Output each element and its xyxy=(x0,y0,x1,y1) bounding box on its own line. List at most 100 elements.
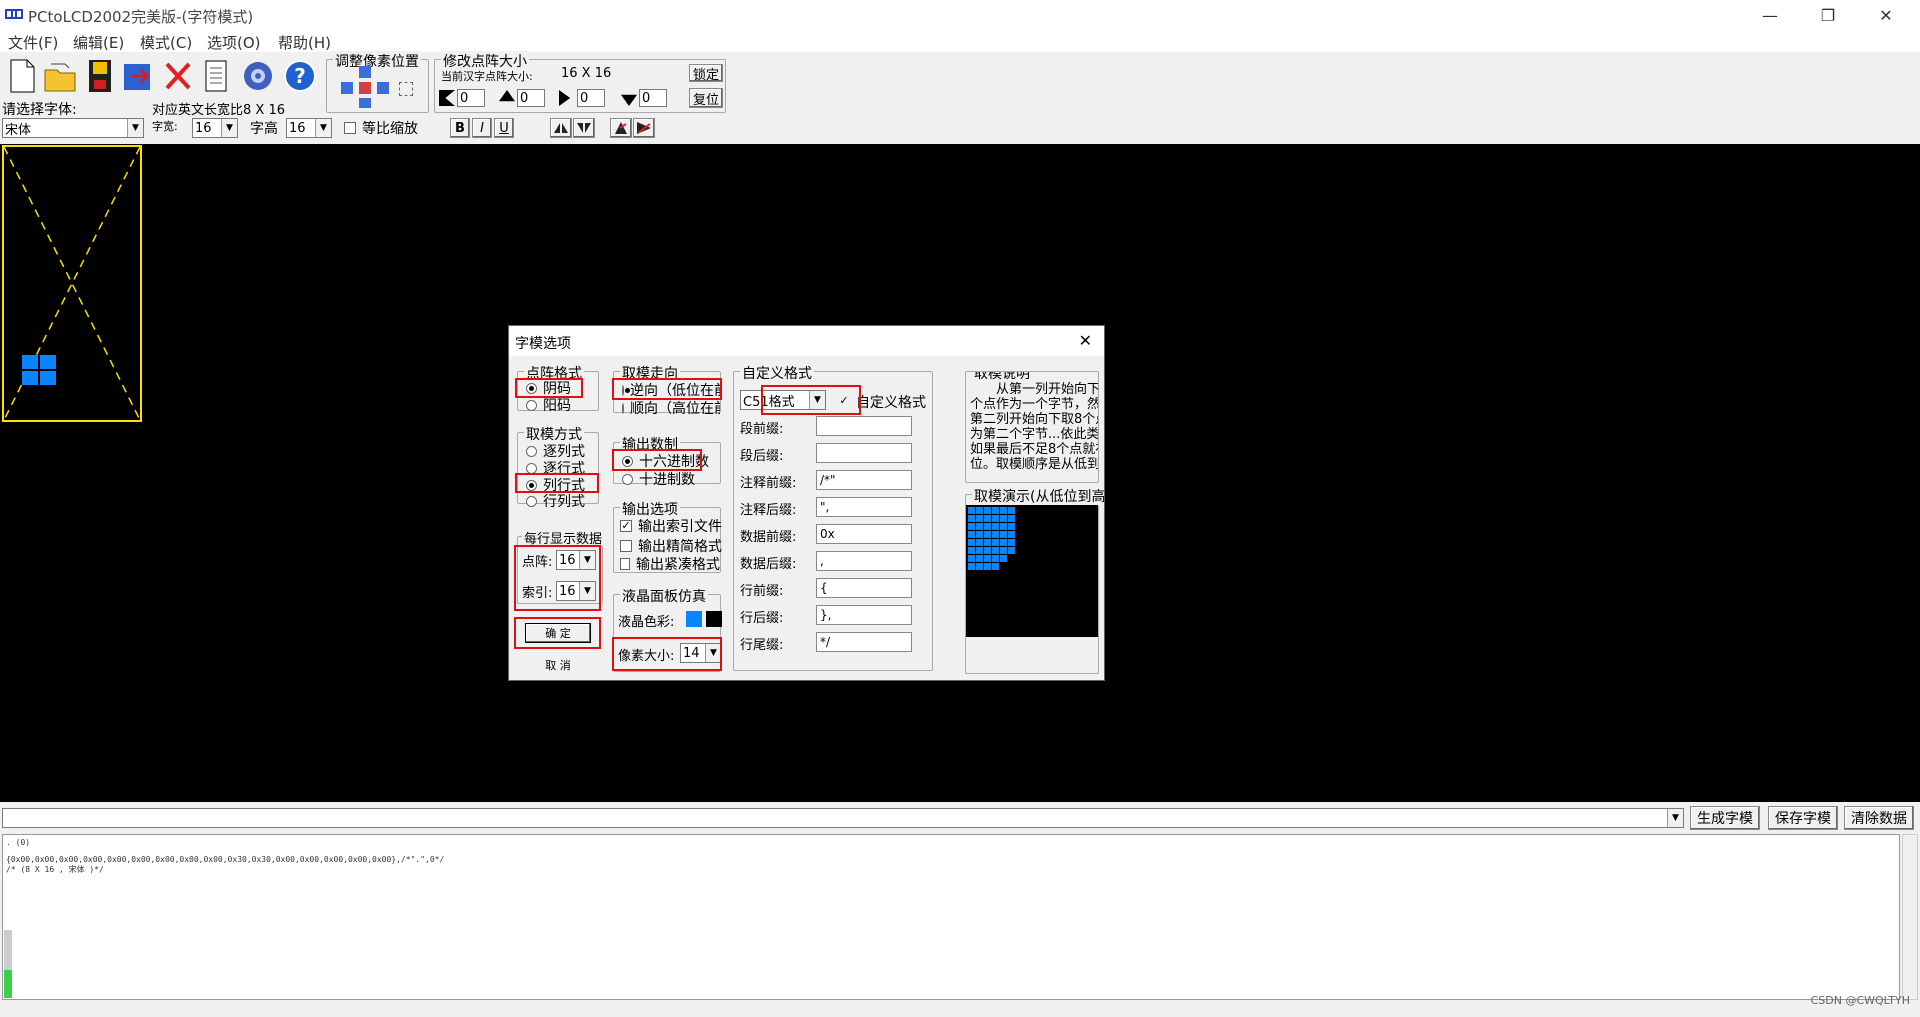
demo-pixel xyxy=(1008,523,1015,530)
output-scrollbar[interactable] xyxy=(1902,834,1918,1000)
reset-button[interactable]: 复位 xyxy=(689,88,723,108)
new-file-icon[interactable] xyxy=(4,56,40,96)
radio-label: 十进制数 xyxy=(639,472,695,488)
proportional-label: 等比缩放 xyxy=(362,121,418,137)
demo-pixel xyxy=(1008,515,1015,522)
menu-options[interactable]: 选项(O) xyxy=(207,32,261,53)
lcd-sim-label: 液晶面板仿真 xyxy=(620,586,708,606)
check-index-file[interactable]: ✓ 输出索引文件 xyxy=(620,516,722,536)
delete-icon[interactable] xyxy=(160,56,196,96)
output-textarea[interactable]: . (0) {0x00,0x00,0x00,0x00,0x00,0x00,0x0… xyxy=(2,834,1900,1000)
shrink-top-icon[interactable] xyxy=(499,90,515,102)
demo-pixel xyxy=(1008,547,1015,554)
save-disk-icon[interactable] xyxy=(82,56,118,96)
demo-pixel xyxy=(968,547,975,554)
menu-edit[interactable]: 编辑(E) xyxy=(73,32,124,53)
proportional-checkbox[interactable]: 等比缩放 xyxy=(344,118,418,138)
shrink-left-icon[interactable] xyxy=(439,90,455,106)
radio-decimal[interactable]: 十进制数 xyxy=(622,469,695,489)
check-compact[interactable]: 输出紧凑格式 xyxy=(620,554,720,574)
lcd-bg-color-swatch[interactable] xyxy=(706,611,722,627)
comment-suffix-input[interactable]: ", xyxy=(816,497,912,517)
line-prefix-input[interactable]: { xyxy=(816,578,912,598)
font-select[interactable]: 宋体 ▼ xyxy=(2,118,144,138)
spin-top-input[interactable]: 0 xyxy=(517,89,545,107)
data-prefix-input[interactable]: 0x xyxy=(816,524,912,544)
preview-pixel xyxy=(40,371,56,385)
char-input[interactable]: ▼ xyxy=(2,808,1684,828)
dialog-close-icon[interactable]: ✕ xyxy=(1079,331,1092,350)
spin-left-input[interactable]: 0 xyxy=(457,89,485,107)
generate-button[interactable]: 生成字模 xyxy=(1690,806,1760,830)
left-scroll-handle[interactable] xyxy=(4,930,12,998)
radio-dot xyxy=(526,495,537,507)
char-preview-box[interactable] xyxy=(2,145,142,422)
italic-button[interactable]: I xyxy=(472,118,492,138)
output-options-group: 输出选项 ✓ 输出索引文件 输出精简格式 输出紧凑格式 xyxy=(613,499,722,574)
radio-dot xyxy=(622,402,624,414)
menu-mode[interactable]: 模式(C) xyxy=(140,32,192,53)
clear-button[interactable]: 清除数据 xyxy=(1844,806,1914,830)
rotate-right-icon[interactable] xyxy=(633,118,655,138)
current-size-value: 16 X 16 xyxy=(561,66,612,81)
spin-bottom-input[interactable]: 0 xyxy=(639,89,667,107)
open-folder-icon[interactable] xyxy=(42,56,78,96)
underline-button[interactable]: U xyxy=(494,118,514,138)
mirror-horizontal-icon[interactable] xyxy=(550,118,572,138)
title-bar: PCtoLCD2002完美版-(字符模式) — ❐ ✕ xyxy=(0,0,1920,30)
demo-pixel xyxy=(968,539,975,546)
ok-button[interactable]: 确 定 xyxy=(525,623,591,643)
spin-right-input[interactable]: 0 xyxy=(577,89,605,107)
bold-button[interactable]: B xyxy=(450,118,470,138)
menu-bar: 文件(F) 编辑(E) 模式(C) 选项(O) 帮助(H) xyxy=(0,30,1920,52)
radio-row-column[interactable]: 行列式 xyxy=(526,491,585,511)
move-left-icon[interactable] xyxy=(341,82,353,94)
highlight-box xyxy=(515,473,599,493)
dialog-title-bar: 字模选项 ✕ xyxy=(509,326,1104,356)
export-icon[interactable] xyxy=(120,56,156,96)
cancel-button[interactable]: 取 消 xyxy=(525,655,591,675)
shrink-bottom-icon[interactable] xyxy=(621,94,637,106)
width-select[interactable]: 16 ▼ xyxy=(192,118,238,138)
check-simple[interactable]: 输出精简格式 xyxy=(620,536,722,556)
document-icon[interactable] xyxy=(198,56,234,96)
demo-pixel xyxy=(968,531,975,538)
chevron-down-icon: ▼ xyxy=(315,119,331,137)
radio-forward[interactable]: 顺向（高位在前） xyxy=(622,398,720,418)
demo-pixel xyxy=(976,507,983,514)
menu-file[interactable]: 文件(F) xyxy=(8,32,58,53)
minimize-button[interactable]: — xyxy=(1742,0,1798,30)
select-area-icon[interactable] xyxy=(399,82,413,96)
radio-positive[interactable]: 阳码 xyxy=(526,395,571,415)
save-font-button[interactable]: 保存字模 xyxy=(1768,806,1838,830)
move-up-icon[interactable] xyxy=(359,66,371,78)
help-icon[interactable]: ? xyxy=(282,56,318,96)
shrink-right-icon[interactable] xyxy=(559,90,571,106)
line-suffix-input[interactable]: }, xyxy=(816,605,912,625)
close-button[interactable]: ✕ xyxy=(1858,0,1914,30)
segment-prefix-input[interactable] xyxy=(816,416,912,436)
rotate-left-icon[interactable] xyxy=(610,118,632,138)
move-down-icon[interactable] xyxy=(359,98,371,108)
settings-gear-icon[interactable] xyxy=(240,56,276,96)
field-label: 段前缀: xyxy=(740,422,784,437)
check-label: 输出精简格式 xyxy=(638,539,722,555)
line-end-input[interactable]: */ xyxy=(816,632,912,652)
demo-pixel xyxy=(1000,547,1007,554)
center-icon[interactable] xyxy=(359,82,371,94)
move-right-icon[interactable] xyxy=(377,82,389,94)
menu-help[interactable]: 帮助(H) xyxy=(278,32,331,53)
restore-button[interactable]: ❐ xyxy=(1800,0,1856,30)
lcd-fg-color-swatch[interactable] xyxy=(686,611,702,627)
demo-pixel xyxy=(1008,507,1015,514)
segment-suffix-input[interactable] xyxy=(816,443,912,463)
data-suffix-input[interactable]: , xyxy=(816,551,912,571)
lock-button[interactable]: 锁定 xyxy=(689,64,723,83)
radio-dot xyxy=(526,445,537,457)
comment-prefix-input[interactable]: /*" xyxy=(816,470,912,490)
mirror-flip-icon[interactable] xyxy=(573,118,595,138)
field-label: 行前缀: xyxy=(740,584,784,599)
window-title: PCtoLCD2002完美版-(字符模式) xyxy=(28,8,254,26)
height-select[interactable]: 16 ▼ xyxy=(286,118,332,138)
demo-pixel xyxy=(976,523,983,530)
